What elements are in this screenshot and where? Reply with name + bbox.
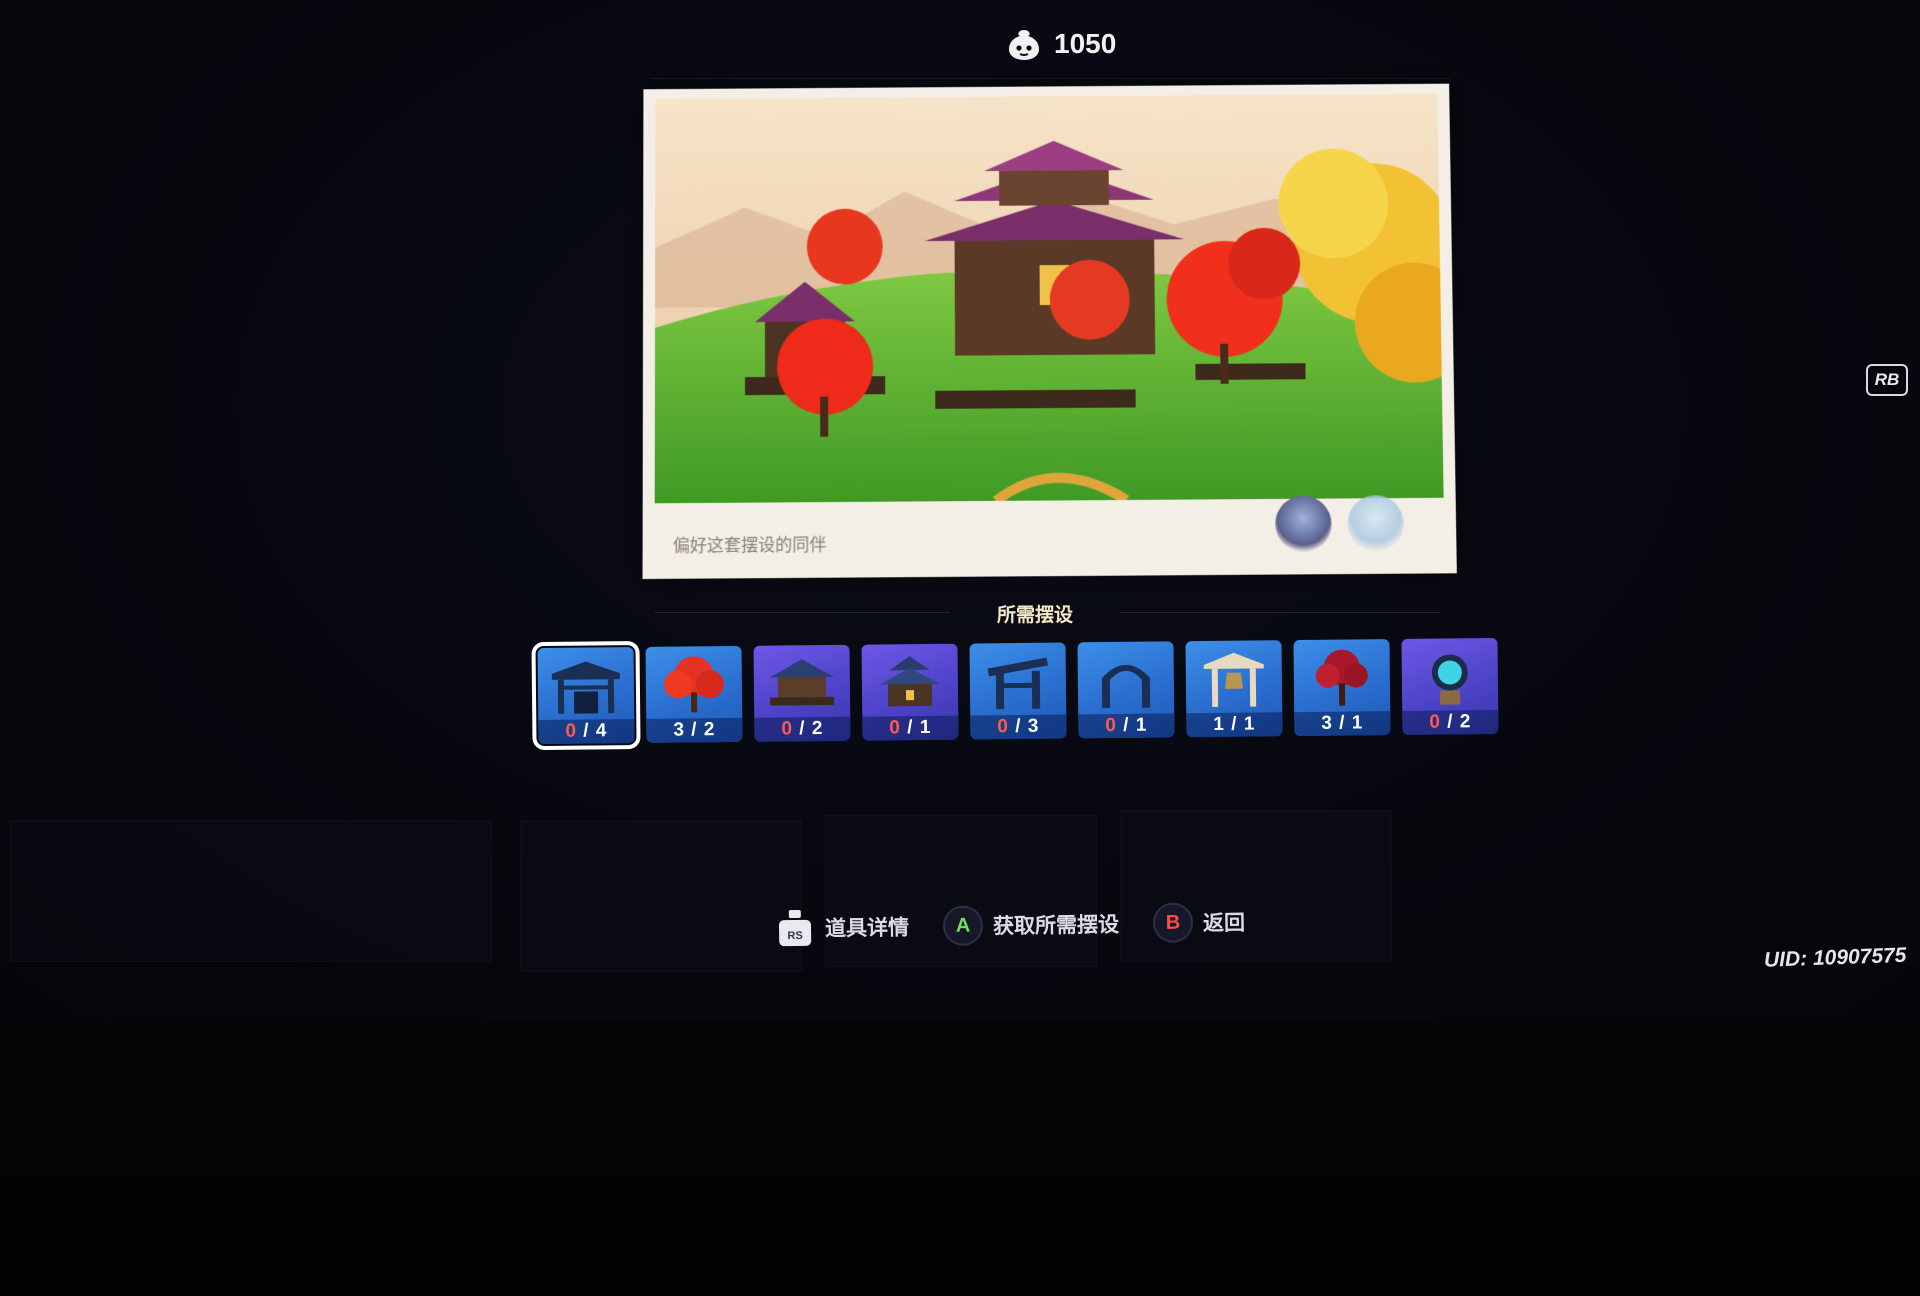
furnishing-item-bell-tower[interactable]: 1 / 1 <box>1185 640 1283 738</box>
background-panel <box>520 820 802 972</box>
back-hint[interactable]: B 返回 <box>1152 902 1246 944</box>
crimson-tree-icon <box>1315 649 1368 706</box>
preview-image <box>654 93 1444 504</box>
monitor-bezel <box>0 1020 1920 1296</box>
teleport-waypoint-icon <box>1431 654 1468 705</box>
arch-gate-icon <box>1101 664 1151 709</box>
item-count: 1 / 1 <box>1186 712 1283 738</box>
divider <box>1120 612 1440 613</box>
item-count: 0 / 2 <box>1402 709 1499 735</box>
bell-tower-icon <box>1203 652 1264 707</box>
acquire-all-label: 获取所需摆设 <box>992 912 1120 939</box>
currency-amount: 1050 <box>1054 28 1117 59</box>
item-count: 0 / 1 <box>1078 713 1175 739</box>
player-uid: UID: 10907575 <box>1763 943 1907 972</box>
red-maple-tree-icon <box>663 656 724 713</box>
background-panel <box>10 820 492 962</box>
fence-gate-icon <box>551 661 620 714</box>
companion-avatar[interactable] <box>1347 495 1405 552</box>
acquire-all-hint[interactable]: A 获取所需摆设 <box>942 903 1120 946</box>
wooden-gate-icon <box>987 657 1048 710</box>
furnishing-item-castle[interactable]: 0 / 1 <box>861 643 959 741</box>
right-stick-icon: RS <box>778 909 812 947</box>
item-count: 0 / 4 <box>538 719 635 745</box>
pavilion-icon <box>769 659 835 706</box>
item-details-hint[interactable]: RS 道具详情 <box>775 906 910 948</box>
required-furnishings-title: 所需摆设 <box>996 604 1073 626</box>
furnishing-set-preview: 偏好这套摆设的同伴 <box>642 83 1457 580</box>
realm-currency-icon <box>1009 30 1039 60</box>
castle-icon <box>879 656 940 707</box>
item-count: 0 / 1 <box>862 715 959 741</box>
item-count: 3 / 2 <box>646 717 743 743</box>
furnishing-item-wooden-gate[interactable]: 0 / 3 <box>969 642 1067 740</box>
furnishing-item-teleport-waypoint[interactable]: 0 / 2 <box>1401 637 1499 735</box>
item-details-label: 道具详情 <box>824 915 910 941</box>
svg-text:RS: RS <box>787 930 802 942</box>
furnishing-item-red-maple-tree[interactable]: 3 / 2 <box>645 645 743 743</box>
furnishing-item-arch-gate[interactable]: 0 / 1 <box>1077 641 1175 739</box>
b-button-icon: B <box>1152 902 1194 944</box>
item-count: 0 / 3 <box>970 714 1067 740</box>
required-furnishings-list: 0 / 4 3 / 2 0 / 2 0 / 1 0 / 3 0 / 1 1 / … <box>531 637 1499 751</box>
game-screen: 1050 偏好这套摆设的同伴 所需摆设 0 / 4 3 / 2 0 / 2 0 … <box>0 0 1920 1020</box>
button-hints: RS 道具详情 A 获取所需摆设 B 返回 <box>775 902 1246 949</box>
rb-button-icon[interactable]: RB <box>1866 364 1908 396</box>
divider <box>650 78 1450 79</box>
back-label: 返回 <box>1202 910 1246 936</box>
furnishing-item-pavilion[interactable]: 0 / 2 <box>753 644 851 742</box>
item-count: 0 / 2 <box>754 716 851 742</box>
item-count: 3 / 1 <box>1294 711 1391 737</box>
companion-avatar[interactable] <box>1274 495 1332 553</box>
furnishing-item-crimson-tree[interactable]: 3 / 1 <box>1293 639 1391 737</box>
preferred-companions-label: 偏好这套摆设的同伴 <box>672 535 827 557</box>
divider <box>655 612 950 613</box>
furnishing-item-fence-gate[interactable]: 0 / 4 <box>531 640 641 751</box>
realm-currency: 1050 <box>1004 26 1116 62</box>
a-button-icon: A <box>942 905 984 946</box>
